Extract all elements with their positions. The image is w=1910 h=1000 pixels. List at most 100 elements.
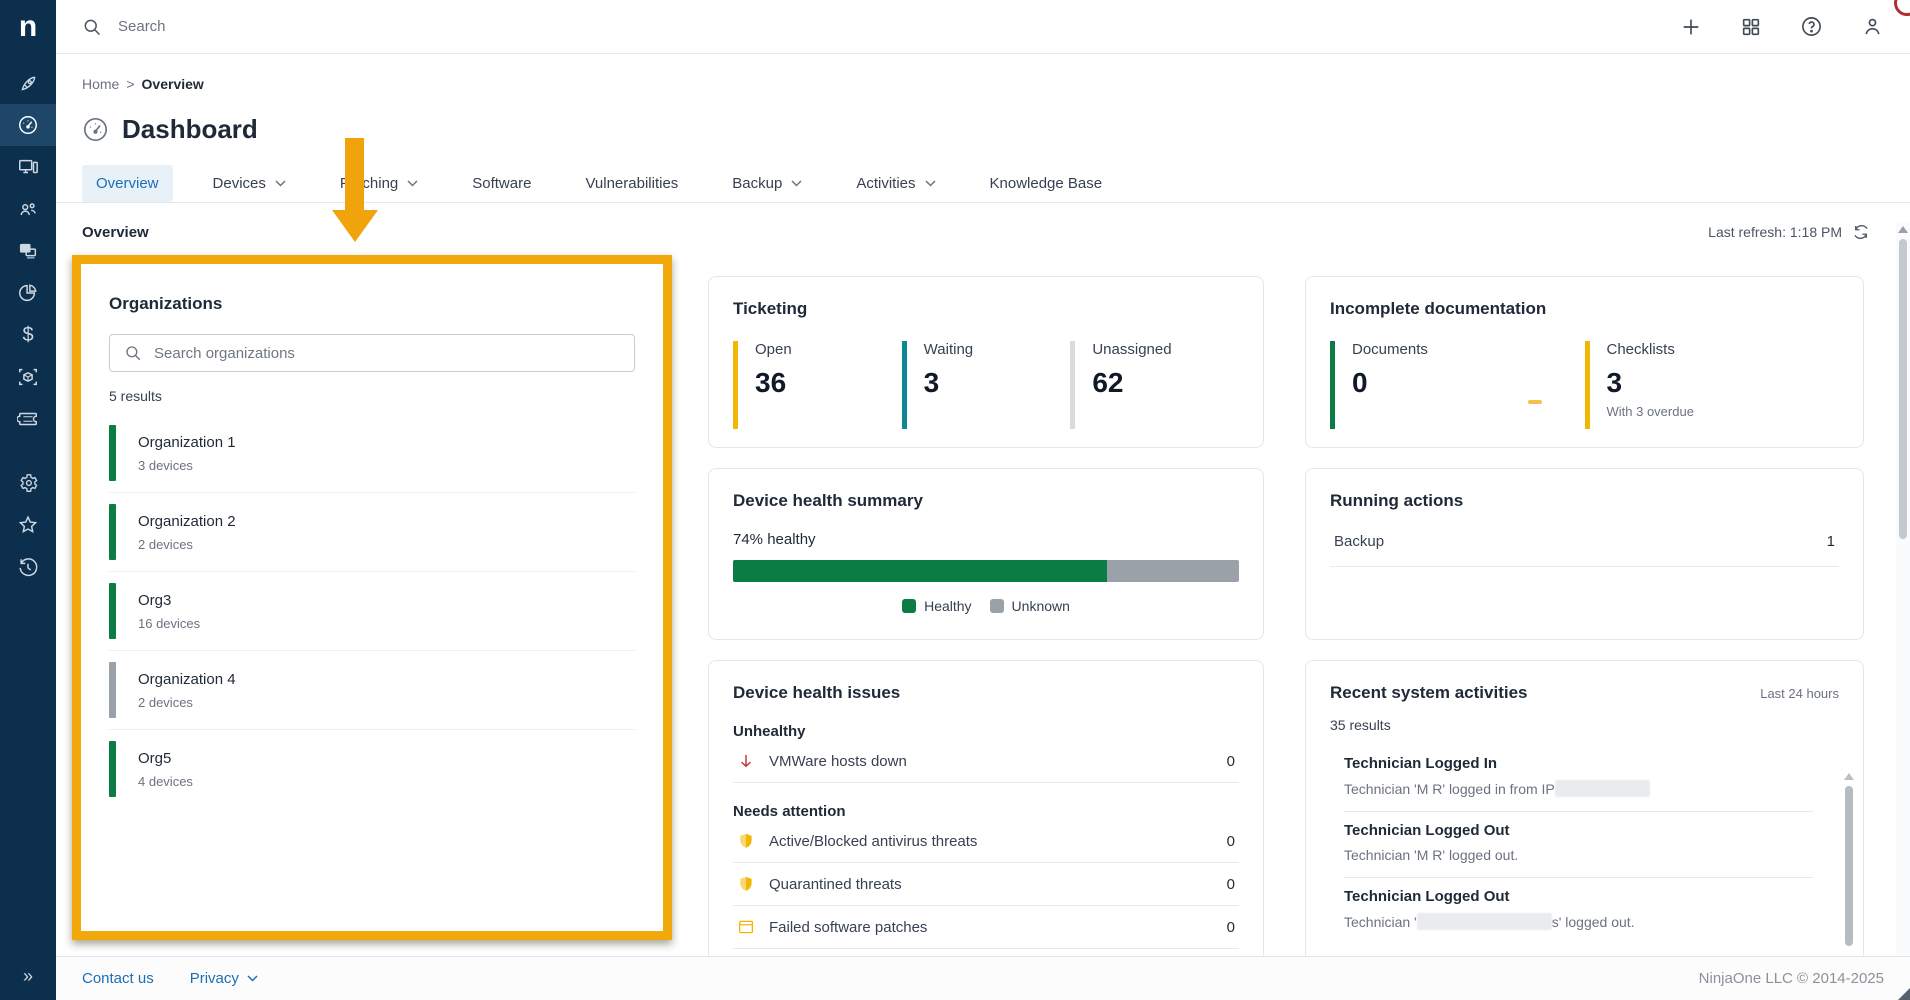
section-title: Overview [82, 224, 149, 241]
user-profile-icon[interactable] [1861, 15, 1884, 38]
chevron-down-icon [247, 975, 258, 982]
needs-attention-group-heading: Needs attention [733, 803, 1239, 820]
organizations-search-input[interactable]: Search organizations [109, 334, 635, 372]
breadcrumb: Home > Overview [56, 54, 1910, 92]
chevron-double-right-icon: » [23, 966, 33, 987]
sidebar-item-dashboard[interactable] [0, 104, 56, 146]
page-scrollbar[interactable] [1896, 222, 1910, 956]
cube-scan-icon [17, 366, 39, 388]
window-resize-handle[interactable] [1898, 988, 1910, 1000]
tab-software[interactable]: Software [458, 165, 545, 202]
dollar-icon: $ [22, 324, 33, 347]
organization-list-item[interactable]: Organization 1 3 devices [109, 414, 635, 493]
org-status-bar [109, 741, 116, 797]
unhealthy-group-heading: Unhealthy [733, 723, 1239, 740]
app-grid-icon[interactable] [1740, 16, 1762, 38]
chevron-down-icon [275, 180, 286, 187]
organization-list-item[interactable]: Org5 4 devices [109, 730, 635, 808]
sidebar-item-favorites[interactable] [0, 504, 56, 546]
issue-row-failed-patches[interactable]: Failed software patches 0 [733, 906, 1239, 949]
sidebar-item-administration[interactable] [0, 462, 56, 504]
tab-overview[interactable]: Overview [82, 165, 173, 202]
breadcrumb-current: Overview [142, 76, 204, 92]
refresh-icon[interactable] [1852, 223, 1870, 241]
breadcrumb-home[interactable]: Home [82, 76, 119, 92]
shield-icon [737, 832, 755, 850]
contact-us-link[interactable]: Contact us [82, 970, 154, 987]
sidebar-item-activity-history[interactable] [0, 546, 56, 588]
tab-backup[interactable]: Backup [718, 165, 816, 202]
device-health-summary-title: Device health summary [733, 491, 1239, 511]
sidebar-item-organizations[interactable] [0, 188, 56, 230]
activities-scrollbar[interactable] [1843, 769, 1855, 969]
documentation-stat-checklists[interactable]: Checklists 3 With 3 overdue [1585, 341, 1840, 429]
org-status-bar [109, 425, 116, 481]
activity-item[interactable]: Technician Logged Out Technician ' s' lo… [1344, 878, 1813, 944]
sidebar-item-devices[interactable] [0, 146, 56, 188]
help-icon[interactable] [1800, 15, 1823, 38]
issue-row-vmware-hosts-down[interactable]: VMWare hosts down 0 [733, 740, 1239, 783]
running-action-row[interactable]: Backup 1 [1330, 533, 1839, 567]
scroll-up-arrow[interactable] [1898, 226, 1908, 233]
device-health-summary-card: Device health summary 74% healthy Health… [708, 468, 1264, 640]
ticket-icon [17, 408, 39, 430]
patch-window-icon [737, 918, 755, 936]
search-icon [124, 344, 142, 362]
rocket-icon [18, 73, 39, 94]
scrollbar-thumb[interactable] [1899, 239, 1907, 539]
unknown-legend-label: Unknown [1012, 598, 1070, 614]
ticketing-stat-unassigned[interactable]: Unassigned 62 [1070, 341, 1239, 429]
organization-list-item[interactable]: Org3 16 devices [109, 572, 635, 651]
gear-icon [17, 472, 39, 494]
redacted-text [1417, 913, 1552, 930]
org-status-bar [109, 583, 116, 639]
search-icon [82, 17, 102, 37]
org-status-bar [109, 662, 116, 718]
add-icon[interactable] [1680, 16, 1702, 38]
recent-system-activities-card: Recent system activities Last 24 hours 3… [1305, 660, 1864, 990]
dashboard-gauge-icon [82, 116, 109, 143]
tab-patching[interactable]: Patching [326, 165, 432, 202]
sidebar-item-getting-started[interactable] [0, 62, 56, 104]
copyright-text: NinjaOne LLC © 2014-2025 [1699, 970, 1884, 987]
sidebar-item-reporting[interactable] [0, 272, 56, 314]
ticketing-title: Ticketing [733, 299, 1239, 319]
issue-row-antivirus-threats[interactable]: Active/Blocked antivirus threats 0 [733, 820, 1239, 863]
shield-icon [737, 875, 755, 893]
healthy-legend-label: Healthy [924, 598, 971, 614]
tab-bar: Overview Devices Patching Software Vulne… [56, 145, 1910, 203]
sidebar-item-billing[interactable]: $ [0, 314, 56, 356]
incomplete-documentation-card: Incomplete documentation Documents 0 Che… [1305, 276, 1864, 448]
redacted-text [1555, 780, 1650, 797]
activities-list: Technician Logged In Technician 'M R' lo… [1330, 745, 1839, 944]
tab-vulnerabilities[interactable]: Vulnerabilities [571, 165, 692, 202]
sidebar-item-software-inventory[interactable] [0, 356, 56, 398]
healthy-legend-swatch [902, 599, 916, 613]
organizations-title: Organizations [109, 294, 635, 314]
activity-item[interactable]: Technician Logged In Technician 'M R' lo… [1344, 745, 1813, 812]
tab-activities[interactable]: Activities [842, 165, 949, 202]
ticketing-stat-waiting[interactable]: Waiting 3 [902, 341, 1071, 429]
sidebar-item-remote-screens[interactable] [0, 230, 56, 272]
issue-row-quarantined-threats[interactable]: Quarantined threats 0 [733, 863, 1239, 906]
ticketing-stat-open[interactable]: Open 36 [733, 341, 902, 429]
chevron-down-icon [791, 180, 802, 187]
ninjaone-logo[interactable]: n [0, 0, 56, 54]
breadcrumb-separator: > [126, 76, 134, 92]
documentation-stat-documents[interactable]: Documents 0 [1330, 341, 1585, 429]
organization-list-item[interactable]: Organization 2 2 devices [109, 493, 635, 572]
tab-devices[interactable]: Devices [199, 165, 300, 202]
health-progress-bar[interactable] [733, 560, 1239, 582]
ticketing-card: Ticketing Open 36 Waiting 3 Unassigned 6… [708, 276, 1264, 448]
sidebar-item-ticketing[interactable] [0, 398, 56, 440]
star-icon [17, 514, 39, 536]
tab-knowledge-base[interactable]: Knowledge Base [976, 165, 1117, 202]
global-search-input[interactable]: Search [82, 17, 1680, 37]
arrow-down-red-icon [737, 752, 755, 770]
sidebar: n [0, 0, 56, 1000]
organization-list-item[interactable]: Organization 4 2 devices [109, 651, 635, 730]
top-bar: Search [56, 0, 1910, 54]
privacy-link[interactable]: Privacy [190, 970, 258, 987]
sidebar-collapse-button[interactable]: » [0, 960, 56, 992]
activity-item[interactable]: Technician Logged Out Technician 'M R' l… [1344, 812, 1813, 878]
